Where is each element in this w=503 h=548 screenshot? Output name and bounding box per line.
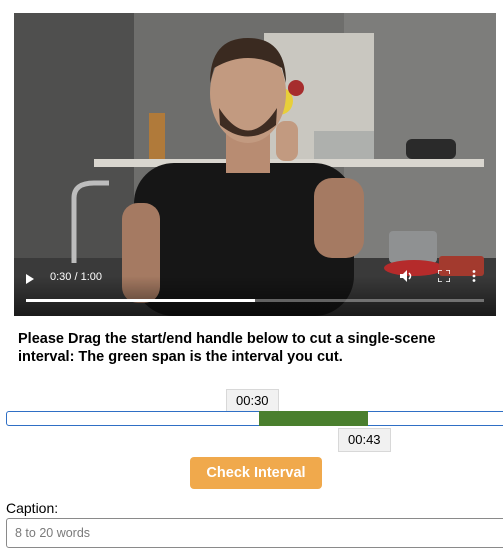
selected-interval-span[interactable] — [258, 411, 368, 426]
video-progress-track[interactable] — [26, 299, 484, 302]
more-options-icon[interactable] — [472, 270, 476, 282]
fullscreen-icon[interactable] — [438, 270, 450, 282]
video-player[interactable]: 0:30 / 1:00 — [14, 13, 496, 316]
video-progress-fill — [26, 299, 255, 302]
end-handle-label[interactable]: 00:43 — [338, 428, 391, 452]
video-time-readout: 0:30 / 1:00 — [50, 271, 102, 283]
interval-track[interactable] — [6, 411, 503, 426]
volume-icon[interactable] — [400, 270, 414, 282]
start-handle-label[interactable]: 00:30 — [226, 389, 279, 413]
play-icon[interactable] — [26, 274, 34, 284]
instructions-text: Please Drag the start/end handle below t… — [18, 331, 436, 365]
caption-label: Caption: — [6, 500, 59, 516]
caption-input[interactable] — [6, 518, 503, 548]
check-interval-button[interactable]: Check Interval — [190, 457, 322, 489]
